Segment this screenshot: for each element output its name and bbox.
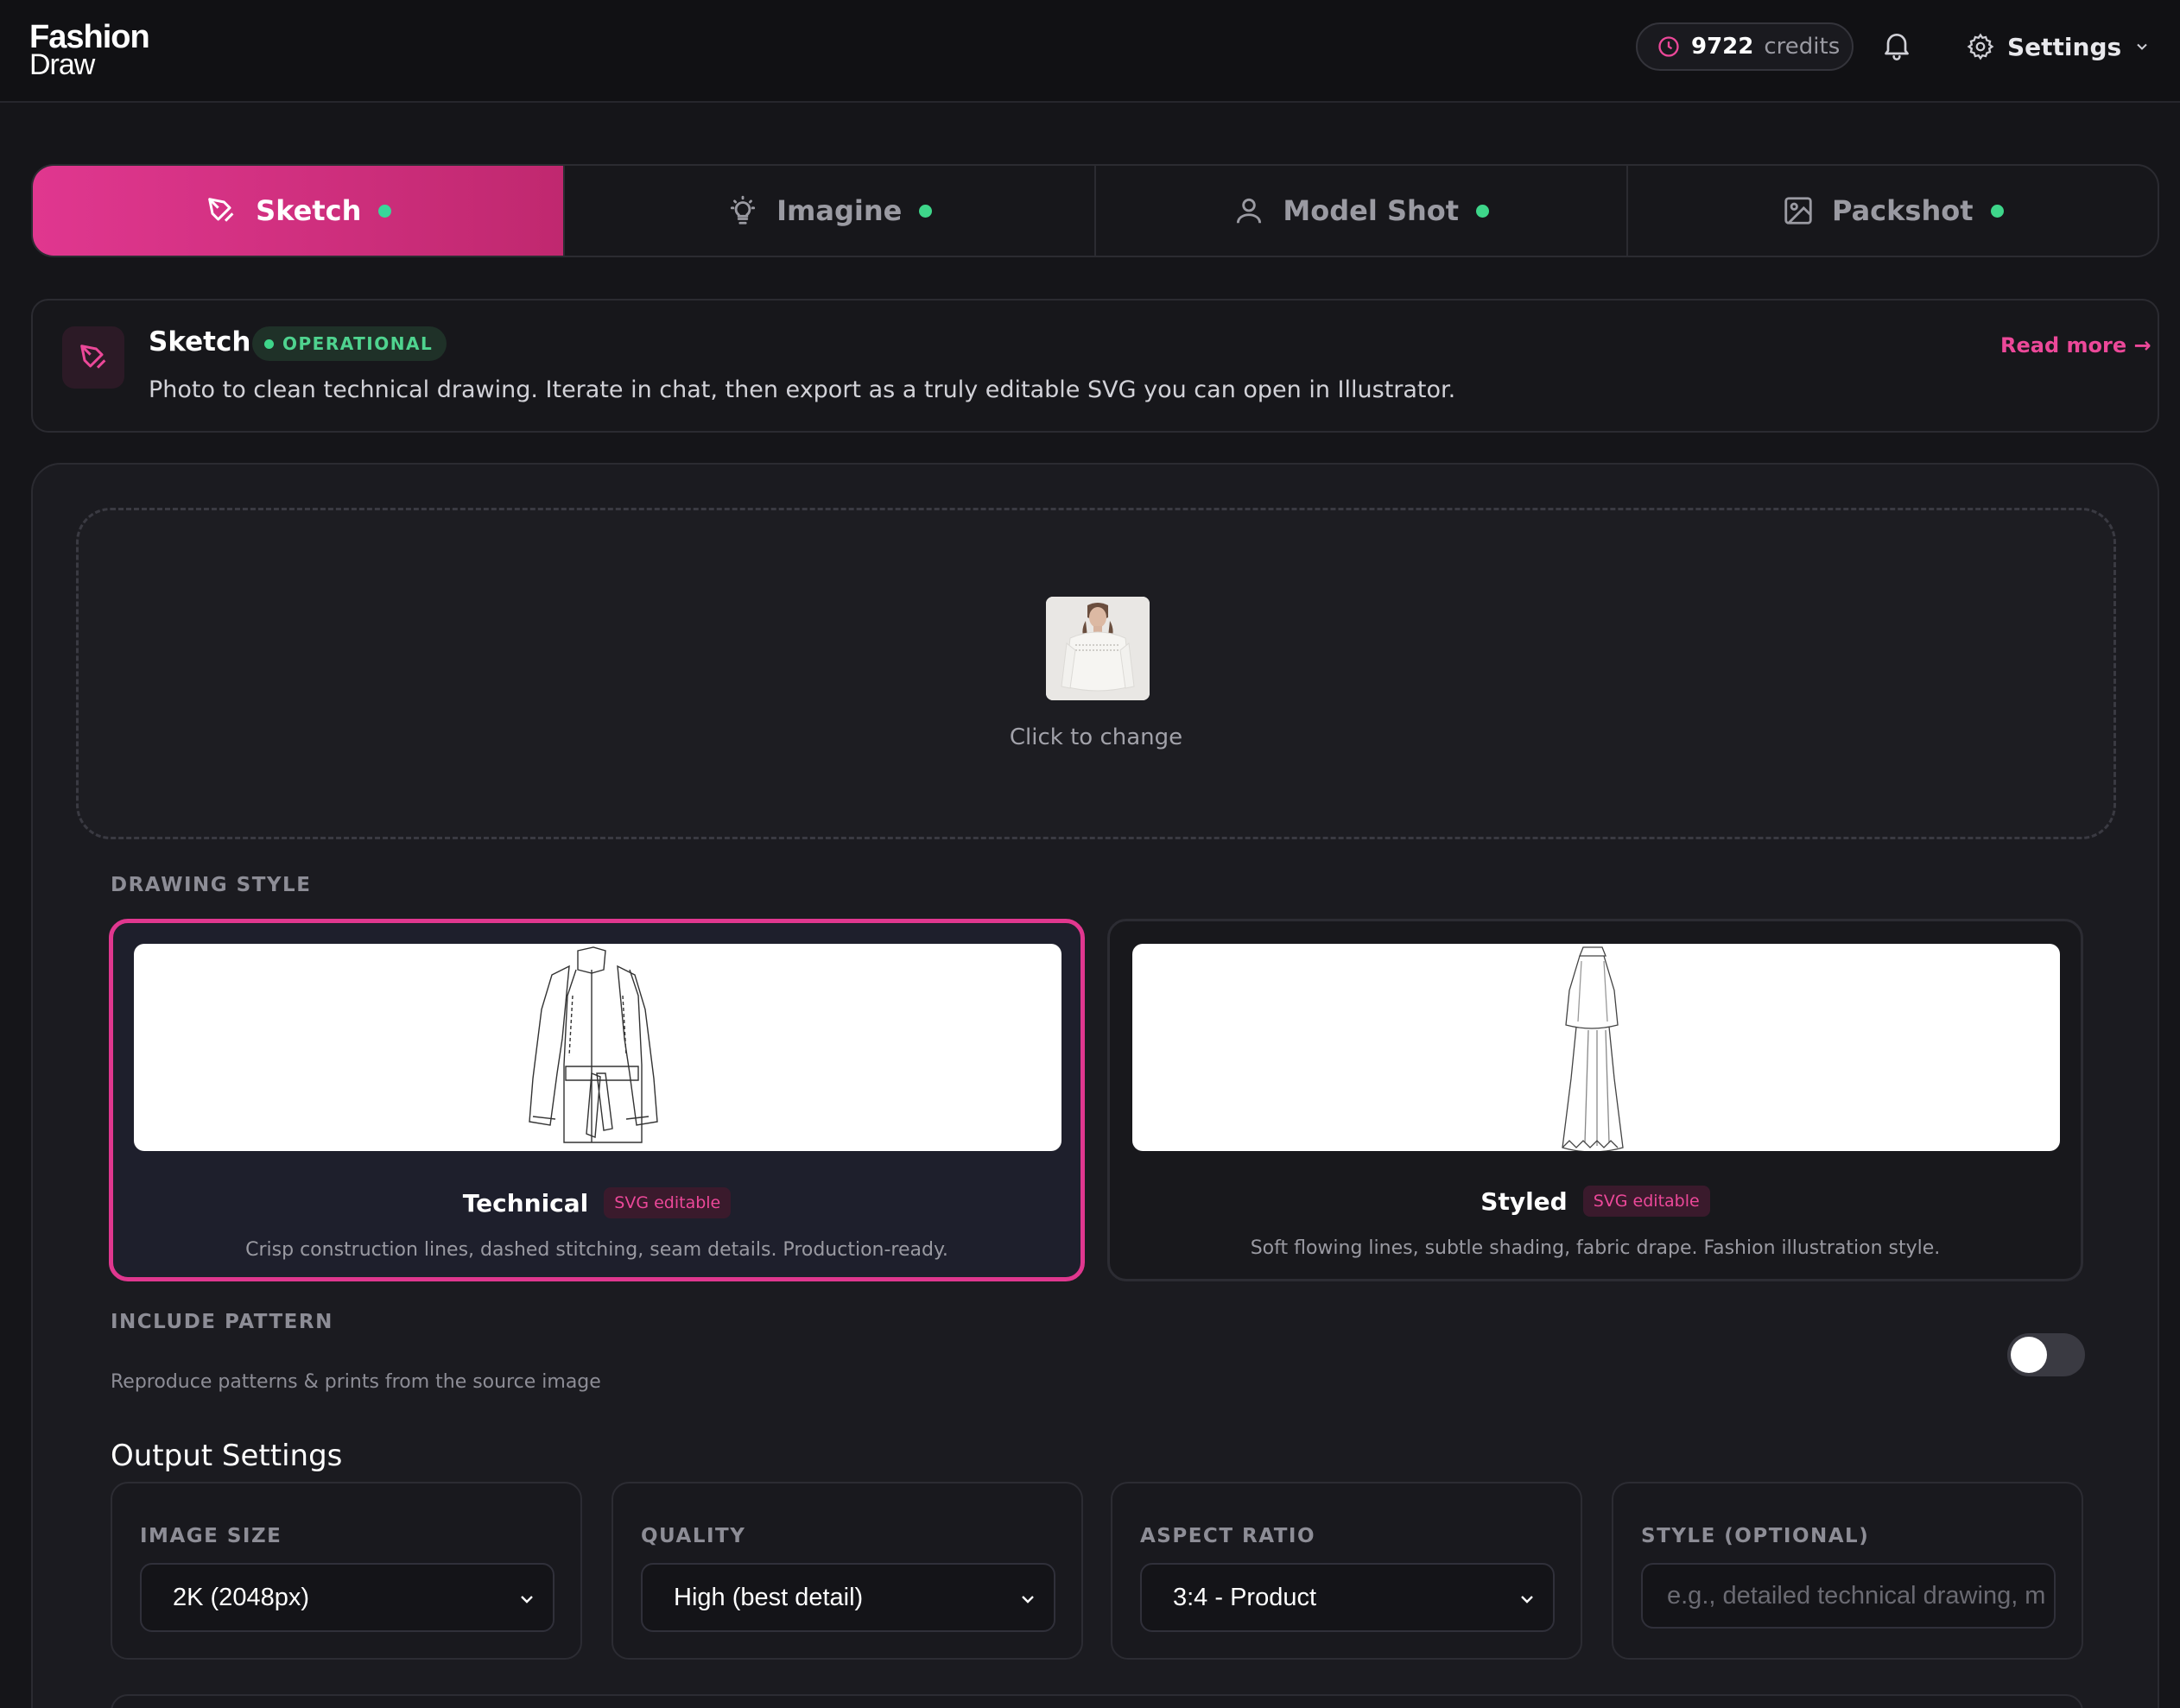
- status-dot: [264, 338, 274, 349]
- style-optional-setting: STYLE (OPTIONAL): [1612, 1482, 2083, 1660]
- gear-icon: [1967, 33, 1994, 60]
- svg-editable-badge: SVG editable: [1582, 1186, 1710, 1217]
- styled-preview-image: [1132, 944, 2060, 1151]
- include-pattern-label: INCLUDE PATTERN: [111, 1311, 333, 1333]
- notifications-button[interactable]: [1879, 28, 1914, 62]
- chevron-down-icon: [1521, 1596, 1533, 1604]
- aspect-ratio-setting: ASPECT RATIO 3:4 - Product: [1111, 1482, 1582, 1660]
- quality-setting: QUALITY High (best detail): [612, 1482, 1083, 1660]
- tab-label: Model Shot: [1283, 194, 1460, 227]
- style-optional-input[interactable]: [1641, 1563, 2056, 1629]
- status-badge: OPERATIONAL: [252, 326, 447, 361]
- pen-tool-icon: [208, 198, 234, 222]
- drawing-style-label: DRAWING STYLE: [111, 874, 312, 896]
- image-size-label: IMAGE SIZE: [140, 1525, 282, 1547]
- uploaded-image-thumbnail[interactable]: [1046, 597, 1150, 700]
- image-size-select[interactable]: 2K (2048px): [140, 1563, 555, 1632]
- tab-imagine[interactable]: Imagine: [565, 166, 1096, 256]
- image-icon: [1784, 197, 1812, 225]
- output-settings-title: Output Settings: [111, 1439, 343, 1473]
- svg-editable-badge: SVG editable: [604, 1187, 732, 1218]
- technical-preview-image: [134, 944, 1061, 1151]
- style-option-name: Styled: [1480, 1186, 1568, 1216]
- quality-value: High (best detail): [674, 1583, 864, 1611]
- pen-tool-icon: [80, 345, 106, 369]
- style-optional-label: STYLE (OPTIONAL): [1641, 1525, 1870, 1547]
- mode-description: Photo to clean technical drawing. Iterat…: [149, 376, 1456, 403]
- status-dot: [378, 204, 392, 218]
- chevron-down-icon: [1022, 1596, 1034, 1604]
- aspect-ratio-label: ASPECT RATIO: [1140, 1525, 1316, 1547]
- change-image-label: Click to change: [1009, 724, 1183, 750]
- style-option-name: Technical: [462, 1188, 589, 1218]
- tab-model-shot[interactable]: Model Shot: [1096, 166, 1628, 256]
- chevron-down-icon: [2137, 43, 2147, 50]
- read-more-link[interactable]: Read more →: [2000, 333, 2151, 357]
- toggle-knob: [2011, 1337, 2047, 1373]
- status-dot: [919, 204, 933, 218]
- tab-packshot[interactable]: Packshot: [1628, 166, 2158, 256]
- status-dot: [1990, 204, 2004, 218]
- mode-tabs: Sketch Imagine Model Shot Packshot: [31, 164, 2159, 257]
- quality-select[interactable]: High (best detail): [641, 1563, 1055, 1632]
- tab-label: Sketch: [256, 194, 362, 227]
- chevron-down-icon: [521, 1596, 533, 1604]
- tab-sketch[interactable]: Sketch: [33, 166, 565, 256]
- top-bar: Fashion Draw 9722 credits Settings: [0, 0, 2180, 103]
- aspect-ratio-value: 3:4 - Product: [1173, 1583, 1317, 1611]
- include-pattern-description: Reproduce patterns & prints from the sou…: [111, 1371, 601, 1393]
- tab-label: Imagine: [776, 194, 903, 227]
- lightbulb-icon: [731, 195, 756, 225]
- styled-title-row: Styled SVG editable: [1110, 1186, 2081, 1217]
- clock-icon: [1658, 36, 1679, 57]
- settings-label: Settings: [2007, 32, 2122, 61]
- settings-menu-button[interactable]: Settings: [1966, 26, 2151, 67]
- image-size-value: 2K (2048px): [173, 1583, 309, 1611]
- credits-pill[interactable]: 9722 credits: [1636, 22, 1854, 71]
- credits-value: 9722: [1691, 34, 1754, 60]
- user-icon: [1237, 198, 1262, 224]
- quality-label: QUALITY: [641, 1525, 746, 1547]
- bell-icon: [1885, 34, 1909, 60]
- aspect-ratio-select[interactable]: 3:4 - Product: [1140, 1563, 1555, 1632]
- next-section-card: [111, 1694, 2083, 1708]
- status-dot: [1476, 204, 1490, 218]
- credits-label: credits: [1764, 34, 1841, 60]
- main-panel: Click to change DRAWING STYLE Technical …: [31, 463, 2159, 1708]
- style-option-description: Crisp construction lines, dashed stitchi…: [245, 1239, 948, 1261]
- status-label: OPERATIONAL: [282, 333, 434, 354]
- style-option-styled[interactable]: Styled SVG editable Soft flowing lines, …: [1107, 919, 2083, 1281]
- tab-label: Packshot: [1831, 194, 1974, 227]
- include-pattern-toggle[interactable]: [2007, 1333, 2085, 1376]
- style-option-description: Soft flowing lines, subtle shading, fabr…: [1250, 1237, 1941, 1259]
- mode-title: Sketch: [149, 326, 251, 357]
- app-logo[interactable]: Fashion Draw: [29, 21, 150, 79]
- mode-info-card: Sketch OPERATIONAL Photo to clean techni…: [31, 299, 2159, 433]
- image-size-setting: IMAGE SIZE 2K (2048px): [111, 1482, 582, 1660]
- upload-dropzone[interactable]: Click to change: [76, 508, 2116, 839]
- sketch-mode-icon: [62, 326, 124, 389]
- style-option-technical[interactable]: Technical SVG editable Crisp constructio…: [109, 919, 1085, 1281]
- technical-title-row: Technical SVG editable: [113, 1187, 1080, 1218]
